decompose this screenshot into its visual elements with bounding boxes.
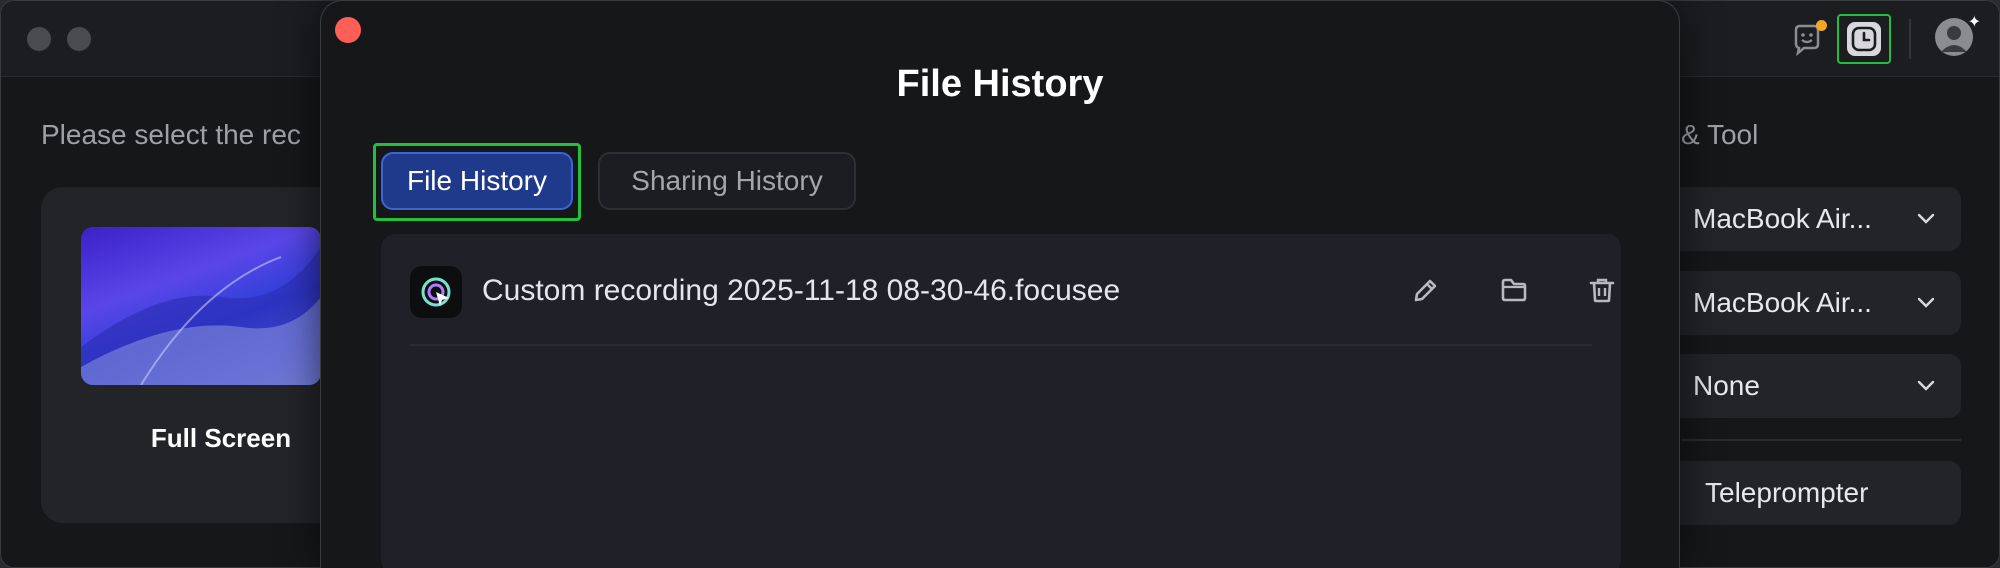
avatar[interactable]: ✦ [1935,14,1981,56]
modal-title: File History [896,63,1104,105]
window-minimize-button[interactable] [67,27,91,51]
modal-close-button[interactable] [335,17,361,43]
microphone-select[interactable]: MacBook Air... [1641,271,1961,335]
select-prompt: Please select the rec [41,119,301,150]
camera-select-value: MacBook Air... [1693,203,1872,234]
folder-icon[interactable] [1498,274,1530,306]
window-close-button[interactable] [27,27,51,51]
teleprompter-label: Teleprompter [1705,477,1869,508]
device-tool-title: & Tool [1681,119,1759,150]
chevron-down-icon [1917,380,1935,391]
trash-icon[interactable] [1586,274,1618,306]
tab-file-history[interactable]: File History [381,152,573,210]
chevron-down-icon [1917,213,1935,224]
tab-sharing-history[interactable]: Sharing History [598,152,856,210]
edit-icon[interactable] [1410,274,1442,306]
full-screen-thumbnail [81,227,321,385]
file-history-modal: File History File History Sharing Histor… [320,0,1680,568]
list-item[interactable]: Custom recording 2025-11-18 08-30-46.foc… [410,234,1615,346]
notification-dot [1816,20,1827,31]
history-button[interactable] [1837,14,1891,64]
history-icon [1847,22,1881,56]
file-name: Custom recording 2025-11-18 08-30-46.foc… [482,274,1121,307]
panel-divider [1681,439,1961,441]
full-screen-mode-card[interactable]: Full Screen [41,187,341,523]
system-audio-select-value: None [1693,370,1760,401]
titlebar-divider [1909,19,1911,59]
chevron-down-icon [1917,297,1935,308]
system-audio-select[interactable]: None [1641,354,1961,418]
teleprompter-button[interactable]: Teleprompter [1641,461,1961,525]
microphone-select-value: MacBook Air... [1693,287,1872,318]
feedback-icon[interactable] [1789,20,1827,57]
focusee-logo-icon [410,266,462,318]
sparkle-icon: ✦ [1967,14,1981,31]
camera-select[interactable]: MacBook Air... [1641,187,1961,251]
file-list: Custom recording 2025-11-18 08-30-46.foc… [381,234,1621,568]
